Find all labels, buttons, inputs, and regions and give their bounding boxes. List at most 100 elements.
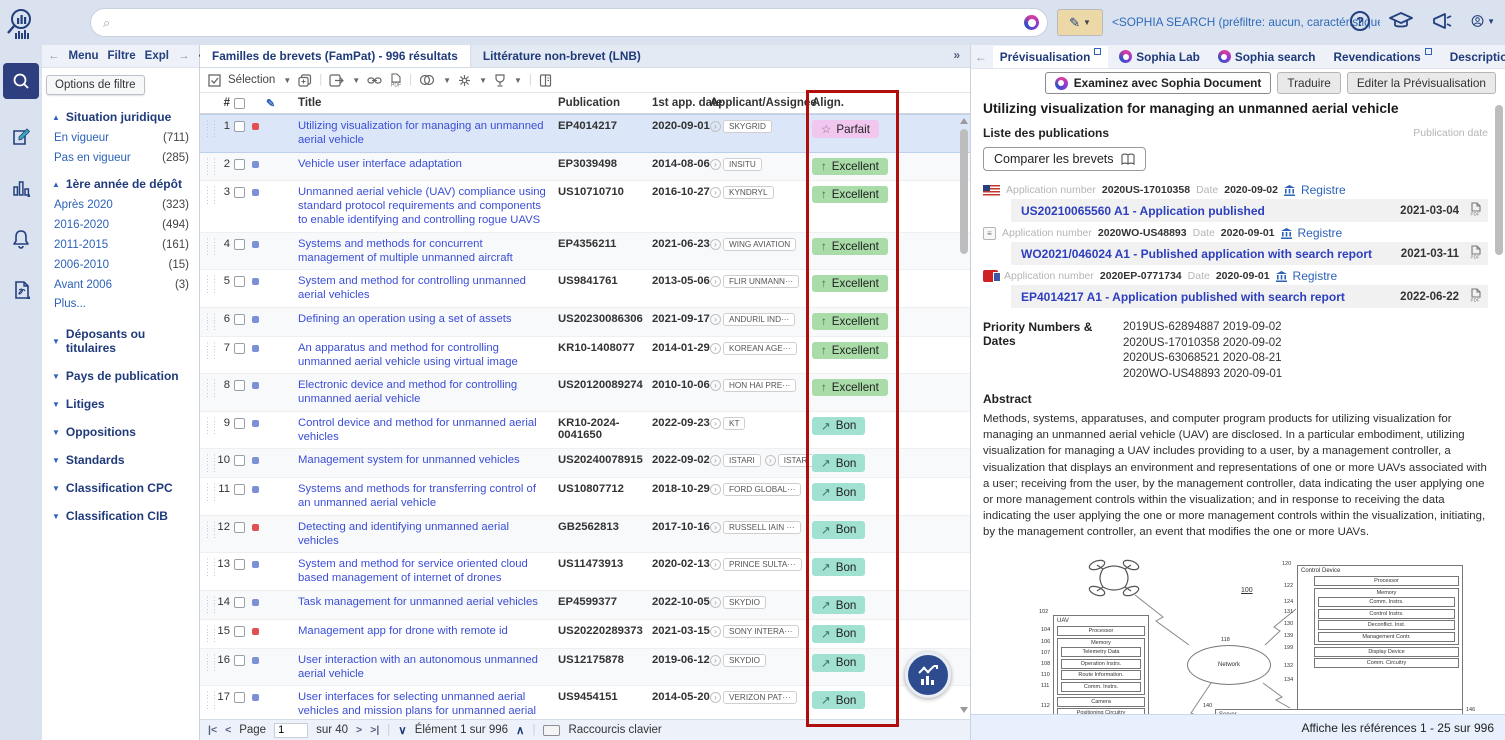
element-up-icon[interactable]: ∧	[516, 723, 524, 737]
applicant-chip[interactable]: RUSSELL IAIN ···	[723, 520, 801, 534]
examine-sophia-button[interactable]: Examinez avec Sophia Document	[1044, 72, 1272, 94]
patent-title-link[interactable]: Utilizing visualization for managing an …	[298, 120, 558, 148]
applicant-chip[interactable]: KT	[723, 416, 746, 430]
alignment-badge[interactable]: ↗ Bon	[812, 558, 866, 577]
filter-item[interactable]: Pas en vigueur (285)	[52, 148, 191, 168]
row-checkbox[interactable]	[234, 121, 245, 132]
pdf-icon[interactable]: PDF	[1469, 202, 1482, 219]
alignment-badge[interactable]: ↗ Bon	[812, 624, 866, 643]
publication-link[interactable]: EP4014217 A1 - Application published wit…	[1021, 290, 1400, 304]
drag-handle-icon[interactable]: ⋮⋮ ⋮⋮	[200, 341, 219, 361]
patent-title-link[interactable]: Systems and methods for concurrent manag…	[298, 238, 558, 266]
drag-handle-icon[interactable]: ⋮⋮ ⋮⋮	[200, 558, 219, 577]
sophia-edit-button[interactable]: ✎ ▼	[1057, 9, 1103, 36]
applicant-expand-icon[interactable]: ›	[710, 313, 721, 325]
row-checkbox[interactable]	[234, 455, 245, 467]
applicant-expand-icon[interactable]: ›	[710, 654, 721, 666]
applicant-expand-icon[interactable]: ›	[710, 455, 721, 467]
announcements-button[interactable]	[1430, 9, 1454, 33]
account-menu[interactable]: ▼	[1471, 9, 1495, 33]
tab-lnb[interactable]: Littérature non-brevet (LNB)	[471, 45, 653, 67]
applicant-chip[interactable]: ISTARI DI	[777, 454, 812, 468]
table-row[interactable]: ⋮⋮ ⋮⋮ 4 Systems and methods for concurren…	[200, 232, 970, 271]
alignment-badge[interactable]: ↗ Bon	[812, 454, 866, 473]
table-row[interactable]: ⋮⋮ ⋮⋮ 2 Vehicle user interface adaptation…	[200, 152, 970, 182]
applicant-chip[interactable]: KYNDRYL	[723, 186, 774, 200]
pdf-icon[interactable]: PDF	[1469, 288, 1482, 305]
table-row[interactable]: ⋮⋮ ⋮⋮ 12 Detecting and identifying unmann…	[200, 515, 970, 554]
alignment-badge[interactable]: ↗ Bon	[812, 691, 866, 710]
tab-sophia-lab[interactable]: Sophia Lab	[1112, 46, 1207, 68]
alignment-badge[interactable]: ↑ Excellent	[812, 341, 888, 359]
filter-item[interactable]: 2011-2015 (161)	[52, 235, 191, 255]
publication-row[interactable]: US20210065560 A1 - Application published…	[1011, 199, 1488, 222]
tabs-more-icon[interactable]: »	[943, 45, 970, 67]
table-scrollbar[interactable]	[960, 129, 968, 254]
drag-handle-icon[interactable]: ⋮⋮ ⋮⋮	[200, 312, 219, 332]
applicant-expand-icon[interactable]: ›	[710, 521, 721, 533]
filter-section-header[interactable]: ▼ Litiges	[52, 397, 191, 411]
prev-page-button[interactable]: <	[225, 724, 231, 736]
row-checkbox[interactable]	[234, 521, 245, 533]
duplicate-icon[interactable]	[298, 73, 312, 87]
row-checkbox[interactable]	[234, 559, 245, 571]
applicant-expand-icon[interactable]: ›	[710, 597, 721, 609]
applicant-expand-icon[interactable]: ›	[710, 625, 721, 637]
patent-title-link[interactable]: User interaction with an autonomous unma…	[298, 654, 558, 682]
filter-section-header[interactable]: ▼ Classification CIB	[52, 509, 191, 523]
patent-title-link[interactable]: Electronic device and method for control…	[298, 379, 558, 407]
publication-link[interactable]: US20210065560 A1 - Application published	[1021, 204, 1400, 218]
rail-notes-button[interactable]	[11, 127, 31, 150]
pdf-download-icon[interactable]: PDF	[389, 73, 402, 87]
drag-handle-icon[interactable]: ⋮⋮ ⋮⋮	[200, 119, 219, 139]
col-applicant[interactable]: Applicant/Assignee	[710, 97, 817, 109]
applicant-expand-icon[interactable]: ›	[710, 559, 721, 571]
applicant-expand-icon[interactable]: ›	[764, 455, 776, 467]
filter-section-header[interactable]: ▼ Déposants ou titulaires	[52, 327, 191, 355]
last-page-button[interactable]: >|	[370, 724, 379, 736]
alignment-badge[interactable]: ↗ Bon	[812, 653, 866, 672]
applicant-expand-icon[interactable]: ›	[710, 380, 721, 392]
filter-section-header[interactable]: ▲ 1ère année de dépôt	[52, 177, 191, 191]
table-row[interactable]: ⋮⋮ ⋮⋮ 3 Unmanned aerial vehicle (UAV) com…	[200, 181, 970, 233]
filter-item[interactable]: Avant 2006 (3)	[52, 275, 191, 295]
search-input[interactable]	[110, 15, 1024, 30]
search-bar[interactable]: ⌕	[90, 8, 1048, 37]
rail-search-button[interactable]	[3, 63, 39, 99]
alignment-badge[interactable]: ↑ Excellent	[812, 157, 888, 175]
analytics-float-button[interactable]	[905, 652, 951, 698]
applicant-expand-icon[interactable]: ›	[710, 417, 721, 429]
table-row[interactable]: ⋮⋮ ⋮⋮ 5 System and method for controlling…	[200, 270, 970, 308]
applicant-expand-icon[interactable]: ›	[710, 692, 721, 704]
row-checkbox[interactable]	[234, 380, 245, 392]
drag-handle-icon[interactable]: ⋮⋮ ⋮⋮	[200, 595, 219, 615]
table-row[interactable]: ⋮⋮ ⋮⋮ 1 Utilizing visualization for manag…	[200, 114, 970, 153]
alignment-badge[interactable]: ↑ Excellent	[812, 379, 888, 397]
registre-link[interactable]: Registre	[1298, 226, 1343, 240]
cluster-icon[interactable]	[458, 74, 471, 87]
table-row[interactable]: ⋮⋮ ⋮⋮ 13 System and method for service or…	[200, 553, 970, 592]
drag-handle-icon[interactable]: ⋮⋮ ⋮⋮	[200, 186, 219, 205]
publication-row[interactable]: EP4014217 A1 - Application published wit…	[1011, 285, 1488, 308]
tab-description[interactable]: Description	[1443, 46, 1505, 68]
alignment-badge[interactable]: ↑ Excellent	[812, 312, 888, 330]
table-row[interactable]: ⋮⋮ ⋮⋮ 7 An apparatus and method for contr…	[200, 336, 970, 375]
tab-fampat[interactable]: Familles de brevets (FamPat) - 996 résul…	[200, 45, 471, 67]
tab-sophia-search[interactable]: Sophia search	[1211, 46, 1323, 68]
applicant-expand-icon[interactable]: ›	[710, 276, 721, 288]
applicant-expand-icon[interactable]: ›	[710, 342, 721, 354]
tab-revendications[interactable]: Revendications	[1327, 46, 1439, 68]
drag-handle-icon[interactable]: ⋮⋮ ⋮⋮	[200, 624, 219, 644]
page-input[interactable]	[274, 722, 309, 738]
table-row[interactable]: ⋮⋮ ⋮⋮ 17 User interfaces for selecting un…	[200, 686, 970, 719]
alignment-badge[interactable]: ↑ Excellent	[812, 275, 888, 293]
drag-handle-icon[interactable]: ⋮⋮ ⋮⋮	[200, 691, 219, 710]
drag-handle-icon[interactable]: ⋮⋮ ⋮⋮	[200, 416, 219, 436]
applicant-chip[interactable]: ISTARI	[723, 454, 761, 468]
table-row[interactable]: ⋮⋮ ⋮⋮ 8 Electronic device and method for …	[200, 374, 970, 412]
sidebar-tab-expl[interactable]: Expl	[145, 50, 169, 62]
patent-title-link[interactable]: System and method for controlling unmann…	[298, 275, 558, 303]
registre-link[interactable]: Registre	[1293, 269, 1338, 283]
rail-export-button[interactable]	[11, 280, 31, 303]
applicant-chip[interactable]: PRINCE SULTA···	[723, 558, 802, 572]
